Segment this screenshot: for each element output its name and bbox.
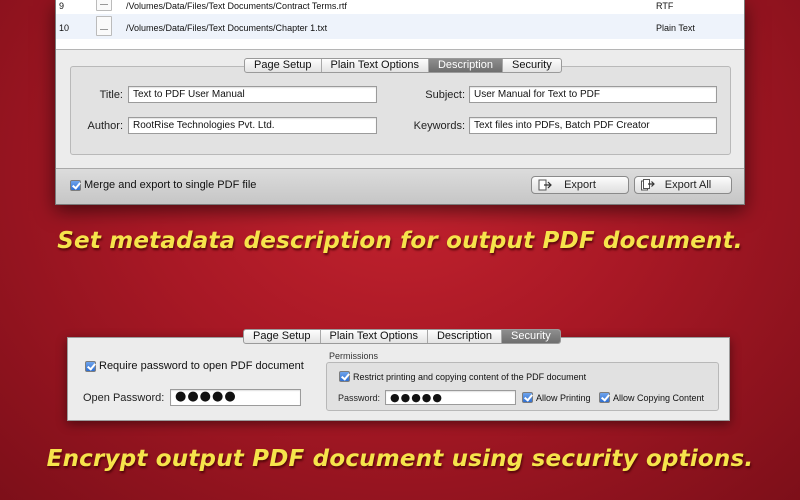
permissions-group: Restrict printing and copying content of…	[326, 362, 719, 411]
checkbox-checked-icon[interactable]	[70, 179, 81, 191]
export-all-label: Export All	[664, 179, 712, 191]
title-label: Title:	[99, 89, 123, 101]
tab-page-setup[interactable]: Page Setup	[244, 330, 321, 343]
tab-page-setup[interactable]: Page Setup	[245, 59, 322, 72]
export-window: 9 /Volumes/Data/Files/Text Documents/Con…	[55, 0, 745, 205]
allow-copying-checkbox[interactable]: Allow Copying Content	[599, 392, 704, 403]
export-icon	[538, 179, 552, 191]
table-row[interactable]: 10 /Volumes/Data/Files/Text Documents/Ch…	[56, 14, 744, 39]
export-all-button[interactable]: Export All	[634, 176, 732, 194]
checkbox-checked-icon[interactable]	[522, 392, 533, 403]
subject-field[interactable]	[469, 86, 717, 103]
description-caption: Set metadata description for output PDF …	[57, 228, 743, 254]
permission-password-field[interactable]: ●●●●●	[385, 390, 516, 405]
security-caption: Encrypt output PDF document using securi…	[46, 446, 754, 472]
security-panel: Require password to open PDF document Op…	[67, 337, 730, 421]
checkbox-checked-icon[interactable]	[339, 371, 350, 382]
row-number: 9	[59, 1, 65, 11]
tab-plain-text-options[interactable]: Plain Text Options	[322, 59, 429, 72]
allow-printing-checkbox[interactable]: Allow Printing	[522, 392, 591, 403]
keywords-field[interactable]	[469, 117, 717, 134]
file-path: /Volumes/Data/Files/Text Documents/Chapt…	[126, 23, 328, 33]
title-field[interactable]	[128, 86, 377, 103]
description-panel: Title: Subject: Author: Keywords:	[70, 66, 731, 155]
author-field[interactable]	[128, 117, 377, 134]
export-all-icon	[641, 179, 655, 191]
open-password-field[interactable]: ●●●●●	[170, 389, 301, 406]
subject-label: Subject:	[425, 89, 465, 101]
file-kind: RTF	[656, 1, 674, 11]
permission-password-label: Password:	[338, 393, 381, 403]
tab-security[interactable]: Security	[503, 59, 561, 72]
tab-description[interactable]: Description	[428, 330, 502, 343]
require-password-label: Require password to open PDF document	[99, 360, 304, 372]
allow-printing-label: Allow Printing	[536, 392, 591, 403]
options-tab-bar: Page Setup Plain Text Options Descriptio…	[244, 58, 562, 73]
tab-plain-text-options[interactable]: Plain Text Options	[321, 330, 428, 343]
text-file-icon	[96, 16, 112, 36]
keywords-label: Keywords:	[413, 120, 465, 132]
table-row[interactable]: 9 /Volumes/Data/Files/Text Documents/Con…	[56, 0, 744, 14]
export-label: Export	[564, 179, 596, 191]
require-password-checkbox[interactable]: Require password to open PDF document	[85, 360, 304, 372]
tab-security[interactable]: Security	[502, 330, 560, 343]
file-list-table: 9 /Volumes/Data/Files/Text Documents/Con…	[56, 0, 744, 50]
author-label: Author:	[87, 120, 123, 132]
file-path: /Volumes/Data/Files/Text Documents/Contr…	[126, 1, 347, 11]
allow-copying-label: Allow Copying Content	[613, 392, 705, 403]
tab-description[interactable]: Description	[428, 59, 503, 72]
restrict-label: Restrict printing and copying content of…	[353, 371, 587, 382]
row-number: 10	[59, 23, 70, 33]
security-tab-bar: Page Setup Plain Text Options Descriptio…	[243, 329, 561, 344]
checkbox-checked-icon[interactable]	[85, 360, 96, 372]
merge-checkbox[interactable]: Merge and export to single PDF file	[70, 179, 256, 191]
text-file-icon	[96, 0, 112, 11]
permissions-title: Permissions	[329, 351, 379, 361]
open-password-label: Open Password:	[83, 392, 165, 404]
export-toolbar: Merge and export to single PDF file Expo…	[56, 168, 744, 204]
export-button[interactable]: Export	[531, 176, 629, 194]
merge-label: Merge and export to single PDF file	[84, 179, 257, 191]
restrict-checkbox[interactable]: Restrict printing and copying content of…	[339, 371, 586, 382]
file-kind: Plain Text	[656, 23, 695, 33]
checkbox-checked-icon[interactable]	[599, 392, 610, 403]
